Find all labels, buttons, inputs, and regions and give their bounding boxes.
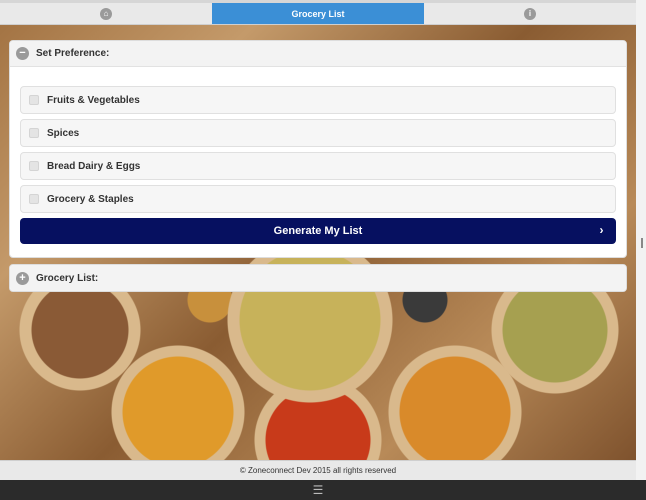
- top-navbar: ⌂ Grocery List i: [0, 3, 636, 25]
- checkbox[interactable]: [29, 128, 39, 138]
- grocery-list-header[interactable]: + Grocery List:: [10, 265, 626, 291]
- tab-info[interactable]: i: [424, 3, 636, 24]
- set-preference-panel: − Set Preference: Fruits & Vegetables Sp…: [9, 40, 627, 258]
- preference-options: Fruits & Vegetables Spices Bread Dairy &…: [10, 67, 626, 213]
- home-icon: ⌂: [100, 7, 112, 20]
- option-label: Fruits & Vegetables: [47, 94, 140, 106]
- tab-home[interactable]: ⌂: [0, 3, 212, 24]
- resize-handle[interactable]: [641, 238, 643, 248]
- menu-icon[interactable]: ☰: [313, 483, 324, 497]
- generate-my-list-label: Generate My List: [273, 225, 363, 237]
- set-preference-header[interactable]: − Set Preference:: [10, 41, 626, 67]
- footer: © Zoneconnect Dev 2015 all rights reserv…: [0, 460, 636, 480]
- grocery-list-panel: + Grocery List:: [9, 264, 627, 292]
- chevron-right-icon: ›: [599, 223, 604, 237]
- plus-icon: +: [16, 271, 29, 285]
- set-preference-title: Set Preference:: [36, 48, 110, 59]
- option-spices[interactable]: Spices: [20, 119, 616, 147]
- tab-grocery-list[interactable]: Grocery List: [212, 3, 424, 24]
- info-icon: i: [524, 7, 536, 20]
- checkbox[interactable]: [29, 95, 39, 105]
- option-bread-dairy-eggs[interactable]: Bread Dairy & Eggs: [20, 152, 616, 180]
- tab-grocery-list-label: Grocery List: [291, 8, 345, 19]
- footer-text: © Zoneconnect Dev 2015 all rights reserv…: [239, 466, 397, 475]
- checkbox[interactable]: [29, 194, 39, 204]
- option-label: Spices: [47, 127, 80, 139]
- option-fruits-vegetables[interactable]: Fruits & Vegetables: [20, 86, 616, 114]
- option-label: Grocery & Staples: [47, 193, 134, 205]
- generate-my-list-button[interactable]: Generate My List ›: [20, 218, 616, 244]
- app-screen: ⌂ Grocery List i − Set Preference: Fruit…: [0, 0, 636, 480]
- bottom-bar: ☰: [0, 480, 646, 500]
- minus-icon: −: [16, 47, 29, 60]
- option-label: Bread Dairy & Eggs: [47, 160, 141, 172]
- checkbox[interactable]: [29, 161, 39, 171]
- grocery-list-title: Grocery List:: [36, 272, 99, 284]
- option-grocery-staples[interactable]: Grocery & Staples: [20, 185, 616, 213]
